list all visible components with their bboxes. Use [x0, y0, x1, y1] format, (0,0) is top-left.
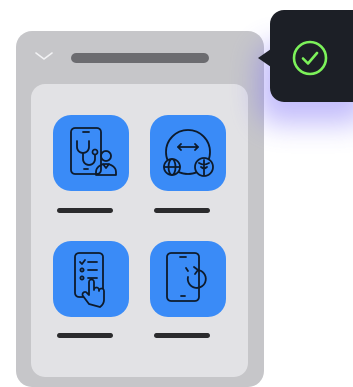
check-circle-icon	[292, 40, 328, 76]
app-label-checklist	[57, 333, 113, 338]
app-label-telehealth	[57, 208, 113, 213]
app-tile-global-medical[interactable]	[150, 115, 226, 191]
touch-checklist-icon	[74, 252, 105, 308]
app-tile-sync[interactable]	[150, 241, 226, 317]
app-tile-checklist[interactable]	[53, 241, 129, 317]
app-tile-telehealth[interactable]	[53, 115, 129, 191]
app-label-sync	[154, 333, 210, 338]
tablet-refresh-icon	[166, 252, 207, 302]
globe-caduceus-exchange-icon	[163, 129, 214, 177]
stage	[0, 0, 353, 387]
tablet-stethoscope-doctor-icon	[70, 127, 117, 176]
chevron-down-icon[interactable]	[34, 50, 54, 62]
app-label-global-medical	[154, 208, 210, 213]
window-title-placeholder	[71, 53, 209, 63]
